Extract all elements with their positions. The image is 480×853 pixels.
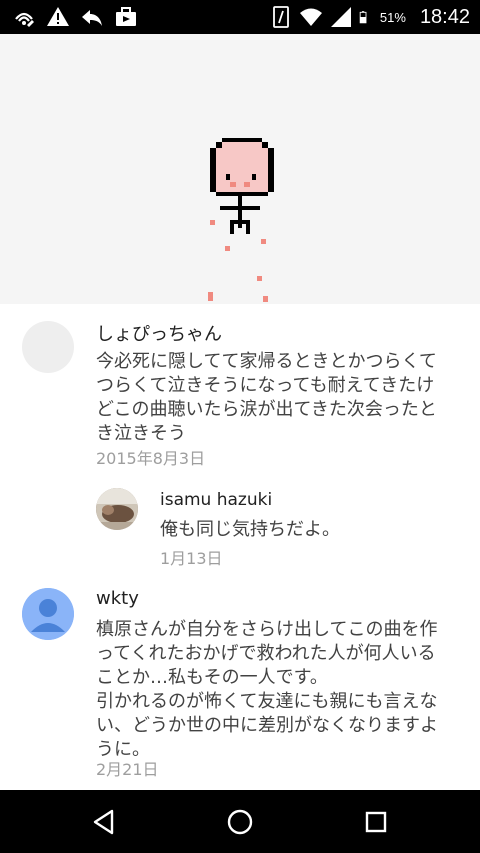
comment-text-line: 引かれるのが怖くて友達にも親にも言えな: [96, 691, 438, 712]
back-button[interactable]: [86, 804, 122, 840]
photo-avatar-image: [96, 488, 138, 530]
status-clock: 18:42: [419, 5, 470, 28]
comment-author[interactable]: wkty: [96, 588, 139, 609]
comment-text: 槙原さんが自分をさらけ出してこの曲を作 ってくれたおかげで救われた人が何人いる …: [96, 618, 466, 762]
nfc-card-icon: [273, 6, 289, 28]
status-left-icons: [12, 5, 138, 29]
battery-icon: [359, 11, 367, 24]
comment-date: 1月13日: [160, 549, 223, 568]
wifi-icon: [299, 8, 322, 26]
home-button[interactable]: [222, 804, 258, 840]
warning-icon: [47, 7, 69, 26]
comment-item: wkty 槙原さんが自分をさらけ出してこの曲を作 ってくれたおかげで救われた人が…: [0, 584, 480, 790]
user-silhouette-icon: [22, 588, 74, 640]
comment-text-line: つらくて泣きそうになっても耐えてきたけ: [96, 375, 435, 396]
status-right-icons: 51% 18:42: [269, 0, 470, 34]
wifi-calling-icon: [15, 12, 34, 27]
recents-button[interactable]: [358, 804, 394, 840]
comment-date: 2月21日: [96, 760, 159, 779]
bag-icon: [116, 7, 136, 26]
default-user-avatar[interactable]: [22, 588, 74, 640]
comment-text-line: い、どうか世の中に差別がなくなりますよ: [96, 715, 438, 736]
comment-text: 今必死に隠してて家帰るときとかつらくて つらくて泣きそうになっても耐えてきたけ …: [96, 350, 466, 446]
song-artwork: [0, 34, 480, 304]
pixel-character-icon: [208, 138, 274, 302]
comment-text-line: 俺も同じ気持ちだよ。: [160, 519, 340, 540]
comment-text-line: ことか…私もその一人です。: [96, 667, 328, 688]
status-bar: 51% 18:42: [0, 0, 480, 34]
reply-item: isamu hazuki 俺も同じ気持ちだよ。 1月13日: [0, 484, 480, 574]
navigation-bar: [0, 790, 480, 853]
comment-text-line: ってくれたおかげで救われた人が何人いる: [96, 643, 436, 664]
photo-avatar[interactable]: [96, 488, 138, 530]
recents-square-icon: [365, 811, 387, 833]
comment-text-line: 今必死に隠してて家帰るときとかつらくて: [96, 351, 437, 372]
back-triangle-icon: [93, 809, 114, 835]
comment-text-line: き泣きそう: [96, 423, 186, 444]
comment-text-line: 槙原さんが自分をさらけ出してこの曲を作: [96, 619, 438, 640]
comment-date: 2015年8月3日: [96, 449, 206, 468]
comment-author[interactable]: isamu hazuki: [160, 490, 272, 510]
comment-text: 俺も同じ気持ちだよ。: [160, 518, 460, 542]
comments-list: しょぴっちゃん 今必死に隠してて家帰るときとかつらくて つらくて泣きそうになって…: [0, 304, 480, 790]
blank-avatar[interactable]: [22, 321, 74, 373]
comment-item: しょぴっちゃん 今必死に隠してて家帰るときとかつらくて つらくて泣きそうになって…: [0, 304, 480, 474]
comment-text-line: どこの曲聴いたら涙が出てきた次会ったと: [96, 399, 437, 420]
cell-signal-icon: [330, 7, 351, 27]
comment-author[interactable]: しょぴっちゃん: [96, 320, 222, 346]
battery-percent: 51%: [379, 9, 406, 25]
reply-icon: [82, 10, 102, 26]
home-circle-icon: [227, 809, 253, 835]
